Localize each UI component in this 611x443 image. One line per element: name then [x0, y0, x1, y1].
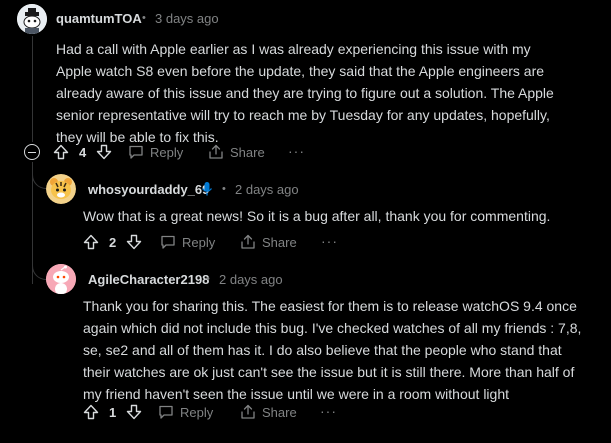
- vote-count: 4: [79, 144, 87, 160]
- share-button[interactable]: Share: [208, 144, 265, 160]
- meta-separator: •: [206, 273, 210, 285]
- downvote-icon[interactable]: [126, 404, 142, 420]
- comment-bubble-icon: [160, 234, 176, 250]
- upvote-icon[interactable]: [53, 144, 69, 160]
- vote-bar: 2: [83, 234, 142, 250]
- avatar[interactable]: [17, 4, 47, 34]
- comment-timestamp[interactable]: 3 days ago: [155, 11, 219, 26]
- share-icon: [208, 144, 224, 160]
- more-options-button[interactable]: ···: [288, 143, 305, 159]
- comment-timestamp[interactable]: 2 days ago: [235, 182, 299, 197]
- comment-username[interactable]: whosyourdaddy_69: [88, 182, 209, 197]
- thread-elbow-reply-1: [32, 162, 47, 189]
- avatar[interactable]: [46, 264, 76, 294]
- comment-bubble-icon: [128, 144, 144, 160]
- thread-elbow-reply-2: [32, 250, 47, 280]
- vote-count: 1: [109, 404, 117, 420]
- share-icon: [240, 404, 256, 420]
- comment-username[interactable]: quamtumTOA: [56, 11, 142, 26]
- microphone-icon: [201, 181, 213, 202]
- meta-separator: •: [142, 12, 146, 24]
- comment-bubble-icon: [158, 404, 174, 420]
- share-label: Share: [262, 404, 297, 420]
- comment-body: Had a call with Apple earlier as I was a…: [56, 41, 554, 145]
- vote-bar: 4: [53, 144, 112, 160]
- reply-button[interactable]: Reply: [160, 234, 215, 250]
- more-options-button[interactable]: ···: [321, 233, 338, 249]
- downvote-icon[interactable]: [126, 234, 142, 250]
- meta-separator: •: [222, 183, 226, 195]
- share-label: Share: [230, 144, 265, 160]
- avatar[interactable]: [46, 174, 76, 204]
- collapse-thread-button[interactable]: [24, 144, 40, 160]
- share-button[interactable]: Share: [240, 404, 297, 420]
- reply-label: Reply: [150, 144, 184, 160]
- comment-body: Wow that is a great news! So it is a bug…: [83, 208, 551, 224]
- reply-label: Reply: [182, 234, 216, 250]
- upvote-icon[interactable]: [83, 404, 99, 420]
- share-icon: [240, 234, 256, 250]
- share-label: Share: [262, 234, 297, 250]
- more-options-button[interactable]: ···: [320, 403, 337, 419]
- comment-body: Thank you for sharing this. The easiest …: [83, 298, 582, 402]
- vote-count: 2: [109, 234, 117, 250]
- snoo-avatar-icon: [17, 4, 47, 34]
- comment-timestamp[interactable]: 2 days ago: [219, 272, 283, 287]
- thread-line-main: [32, 36, 33, 142]
- downvote-icon[interactable]: [96, 144, 112, 160]
- vote-bar: 1: [83, 404, 142, 420]
- upvote-icon[interactable]: [83, 234, 99, 250]
- reply-button[interactable]: Reply: [158, 404, 213, 420]
- snoo-pink-avatar-icon: [46, 264, 76, 294]
- share-button[interactable]: Share: [240, 234, 297, 250]
- reply-label: Reply: [180, 404, 214, 420]
- comment-username[interactable]: AgileCharacter2198: [88, 272, 209, 287]
- tiger-avatar-icon: [46, 174, 76, 204]
- reply-button[interactable]: Reply: [128, 144, 183, 160]
